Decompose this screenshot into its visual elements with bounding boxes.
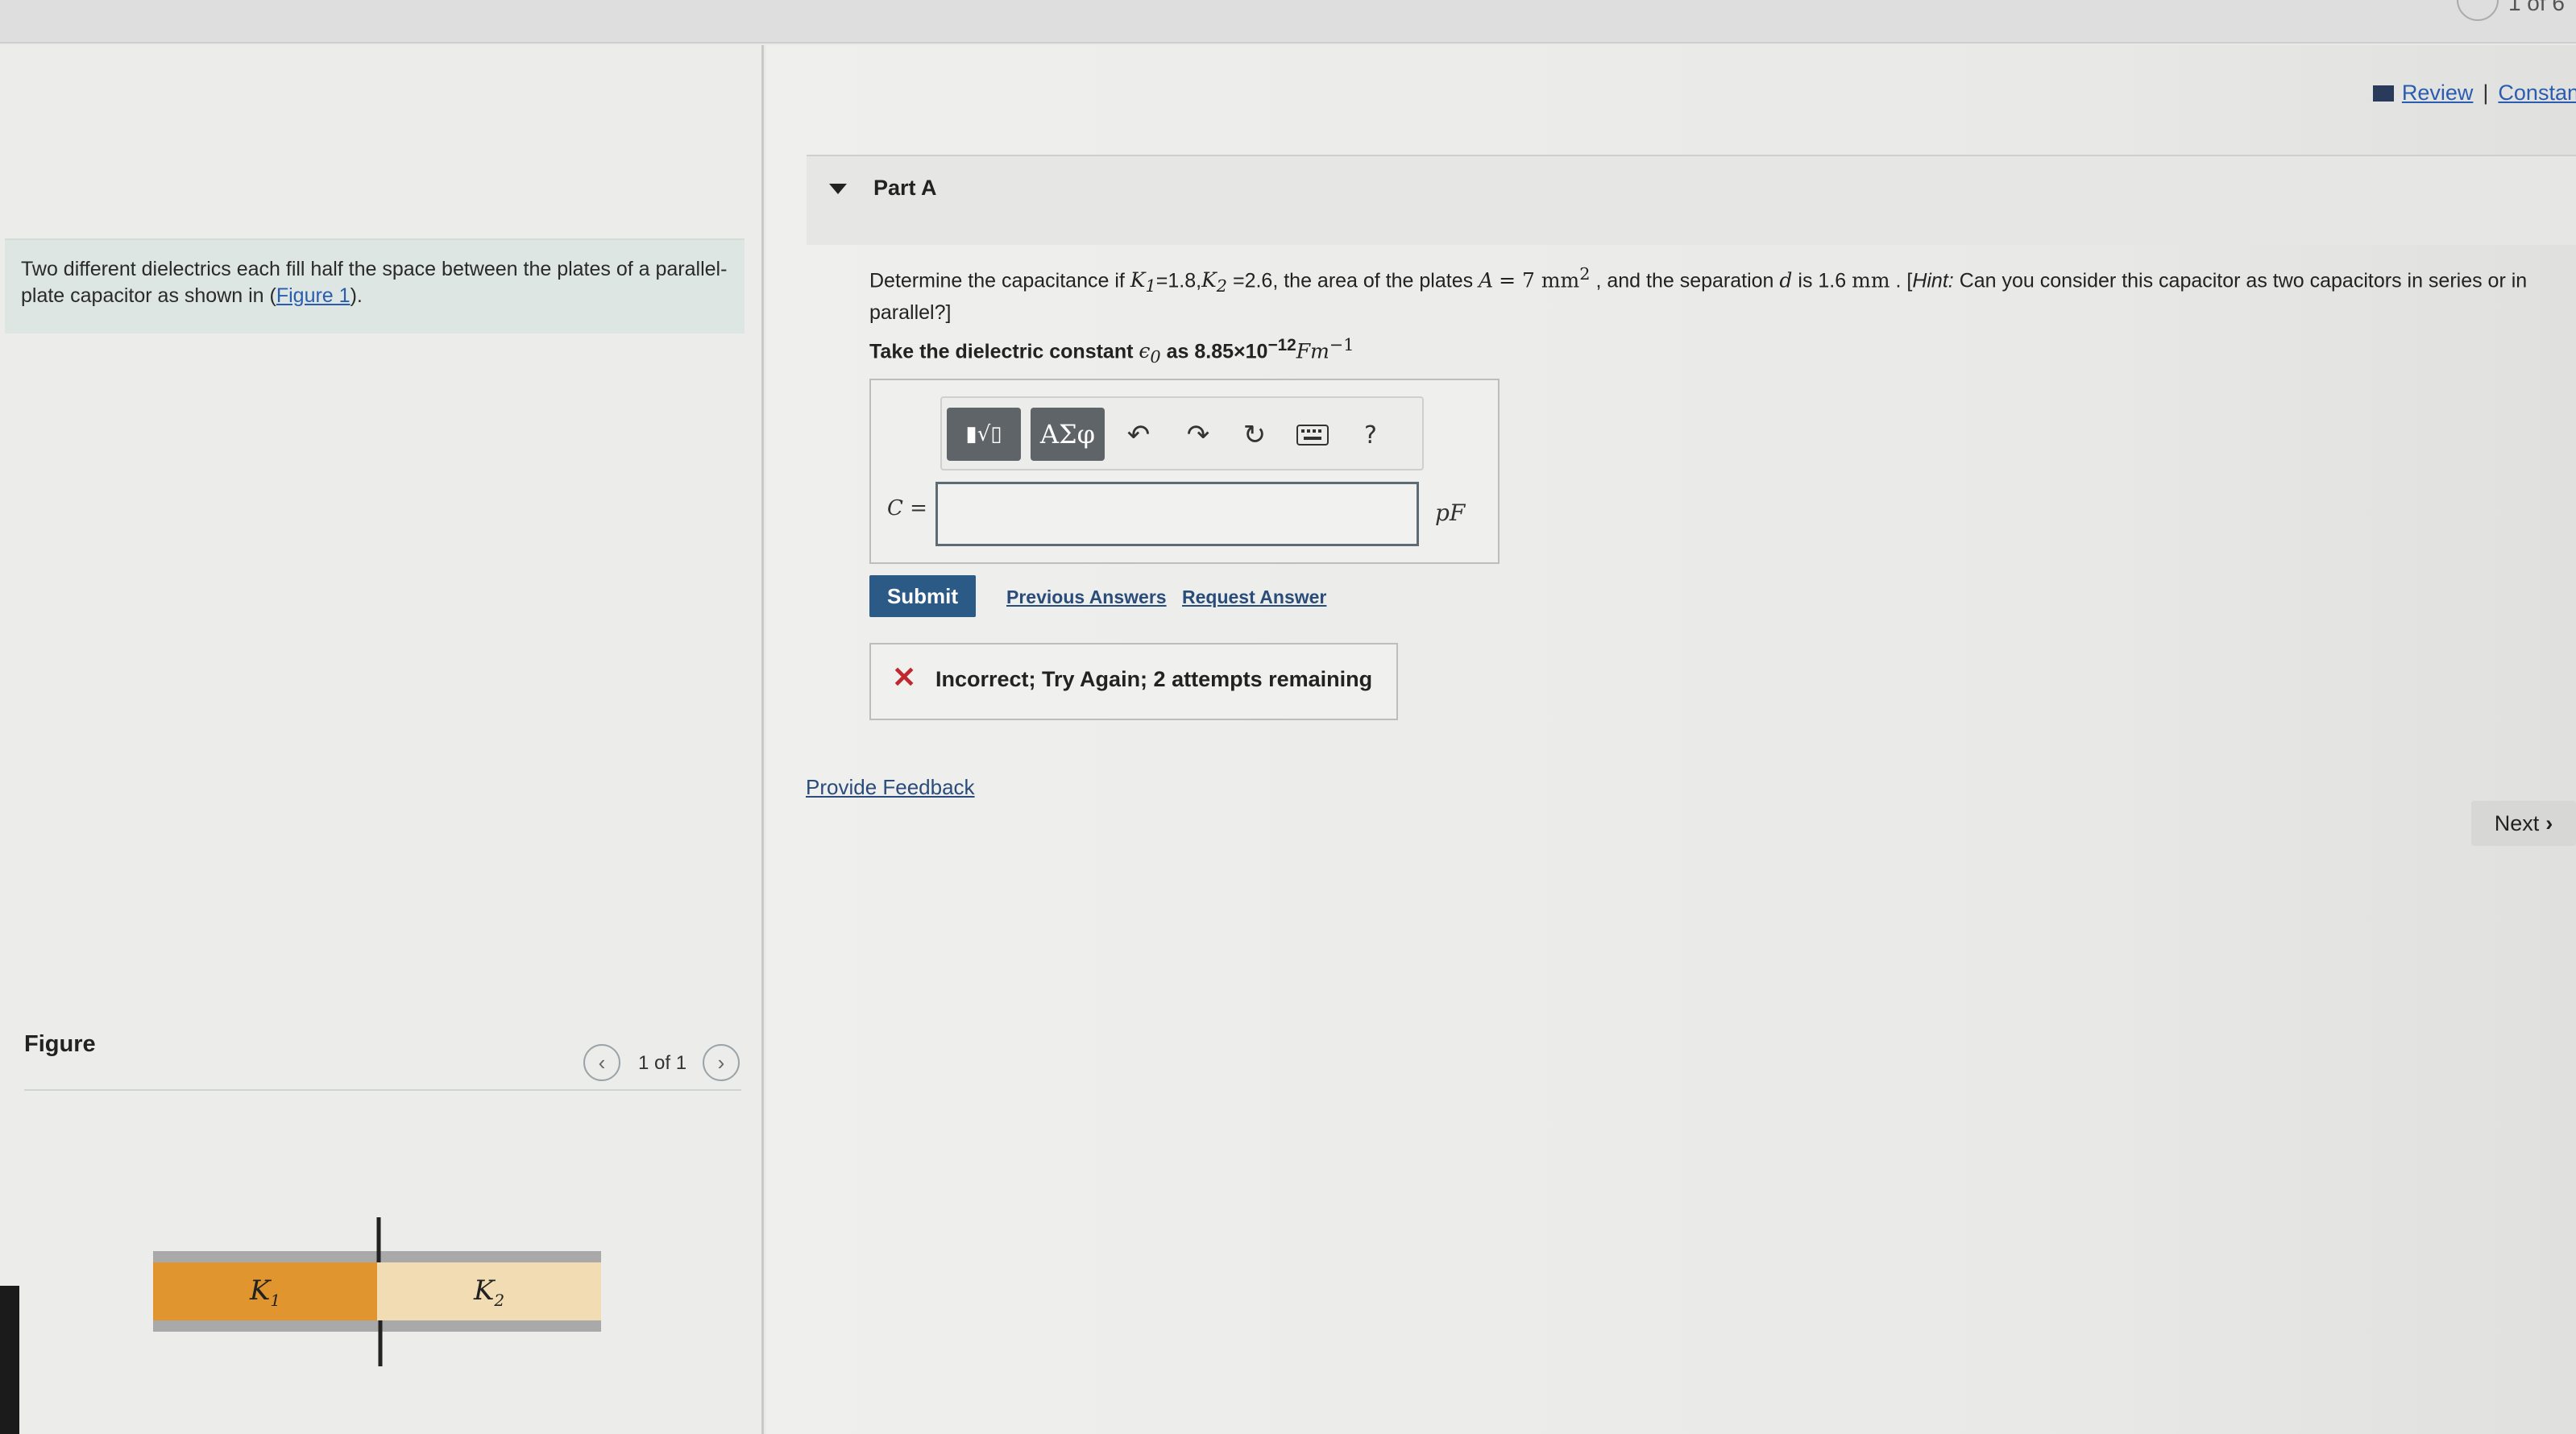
area-value: = 7 mm [1499, 268, 1580, 292]
top-bar: 1 of 6 [0, 0, 2576, 44]
take-unit: Fm [1296, 339, 1329, 363]
answer-label: C = [887, 496, 927, 520]
epsilon-symbol: ϵ0 [1139, 339, 1161, 367]
problem-intro-end: ). [350, 284, 363, 307]
take-prefix: Take the dielectric constant [869, 340, 1134, 363]
figure-title: Figure [24, 1031, 96, 1057]
review-links: Review | Constan [2372, 81, 2576, 106]
part-title: Part A [873, 176, 937, 200]
templates-button[interactable]: ▮√▯ [947, 408, 1021, 461]
k1-value: =1.8, [1155, 269, 1202, 292]
area-exponent: 2 [1579, 264, 1591, 284]
d-symbol: d [1779, 268, 1793, 292]
problem-intro-text: Two different dielectrics each fill half… [21, 258, 728, 307]
part-header[interactable] [807, 156, 2576, 245]
greek-symbols-button[interactable]: ΑΣφ [1031, 408, 1105, 461]
keyboard-icon[interactable] [1293, 416, 1332, 454]
provide-feedback-link[interactable]: Provide Feedback [806, 775, 975, 800]
figure-link[interactable]: Figure 1 [276, 284, 351, 307]
figure-count: 1 of 1 [638, 1052, 687, 1074]
question-text: Determine the capacitance if K1=1.8,K2 =… [869, 261, 2545, 326]
figure-next-button[interactable]: › [703, 1044, 740, 1081]
capacitor-diagram: K1 K2 [153, 1217, 601, 1366]
review-link[interactable]: Review [2402, 81, 2474, 105]
k2-symbol: K2 [1201, 268, 1228, 296]
k1-symbol: K1 [1130, 268, 1156, 296]
caret-down-icon[interactable] [829, 184, 847, 194]
question-intro: Determine the capacitance if [869, 269, 1125, 292]
math-toolbar: ▮√▯ ΑΣφ ↶ ↷ ↻ ? [940, 396, 1424, 470]
capacitance-input[interactable] [935, 482, 1419, 546]
figure-divider [24, 1089, 741, 1091]
next-label: Next [2494, 810, 2540, 835]
k2-value: =2.6, the area of the plates [1232, 269, 1474, 292]
left-panel: Two different dielectrics each fill half… [0, 45, 764, 1434]
separation-unit: mm [1852, 268, 1890, 292]
figure-prev-button[interactable]: ‹ [583, 1044, 620, 1081]
take-exponent: −12 [1267, 336, 1296, 354]
incorrect-icon: ✕ [892, 661, 917, 694]
next-button[interactable]: Next › [2471, 801, 2576, 846]
request-answer-link[interactable]: Request Answer [1182, 586, 1326, 608]
problem-pager: 1 of 6 [2508, 0, 2565, 15]
right-panel: Review | Constan Part A Determine the capa… [766, 45, 2576, 1434]
chevron-left-icon: ‹ [598, 1050, 606, 1075]
answer-box: ▮√▯ ΑΣφ ↶ ↷ ↻ ? C = pF [869, 379, 1500, 564]
previous-answers-link[interactable]: Previous Answers [1006, 586, 1167, 608]
previous-problem-button[interactable] [2457, 0, 2499, 21]
separation-text: , and the separation [1595, 269, 1774, 292]
hint-label: Hint: [1912, 269, 1954, 292]
take-unit-exponent: −1 [1329, 335, 1354, 354]
area-symbol: A [1479, 268, 1494, 292]
hint-open: . [ [1895, 269, 1913, 292]
keyboard-glyph [1296, 425, 1329, 446]
reset-icon[interactable]: ↻ [1235, 416, 1274, 454]
constants-link[interactable]: Constan [2498, 81, 2576, 105]
problem-intro: Two different dielectrics each fill half… [5, 238, 745, 334]
book-icon [2372, 85, 2394, 102]
feedback-message: ✕ Incorrect; Try Again; 2 attempts remai… [869, 643, 1398, 720]
links-separator: | [2483, 81, 2489, 105]
dielectric-constant-note: Take the dielectric constant ϵ0 as 8.85×… [869, 335, 1354, 367]
chevron-right-icon: › [717, 1050, 725, 1075]
bottom-plate [153, 1320, 601, 1332]
chevron-right-icon: › [2545, 810, 2553, 835]
submit-button[interactable]: Submit [869, 575, 976, 617]
separation-value: is 1.6 [1798, 269, 1847, 292]
help-icon[interactable]: ? [1351, 416, 1390, 454]
redo-icon[interactable]: ↷ [1179, 416, 1217, 454]
screen-bezel [0, 1286, 19, 1434]
undo-icon[interactable]: ↶ [1119, 416, 1158, 454]
take-value: as 8.85×10 [1166, 340, 1268, 363]
answer-unit: pF [1435, 499, 1466, 526]
feedback-text: Incorrect; Try Again; 2 attempts remaini… [935, 667, 1373, 691]
